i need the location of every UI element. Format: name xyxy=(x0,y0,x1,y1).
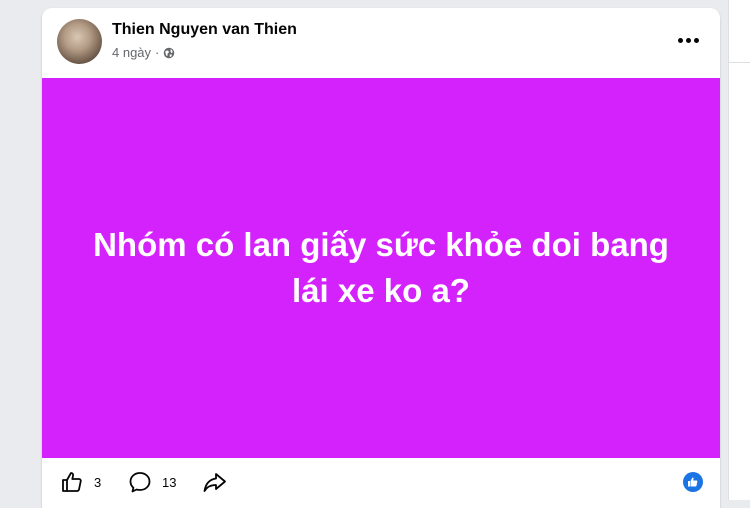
post-text: Nhóm có lan giấy sức khỏe doi bang lái x… xyxy=(93,226,669,309)
like-count: 3 xyxy=(94,474,102,490)
right-edge-panel xyxy=(728,0,750,500)
thumbs-up-icon xyxy=(688,477,698,487)
avatar[interactable] xyxy=(57,19,102,64)
share-button[interactable] xyxy=(202,470,228,494)
post-card: Thien Nguyen van Thien 4 ngày · Nhóm có … xyxy=(42,8,720,508)
like-badge-icon[interactable] xyxy=(683,472,703,492)
post-actions-bar: 3 13 xyxy=(42,458,720,508)
more-dot xyxy=(685,37,691,43)
globe-icon[interactable] xyxy=(163,47,175,59)
post-timestamp[interactable]: 4 ngày xyxy=(112,45,151,60)
more-dot xyxy=(677,37,683,43)
post-header: Thien Nguyen van Thien 4 ngày · xyxy=(42,8,720,78)
comment-button[interactable]: 13 xyxy=(128,470,176,494)
author-name[interactable]: Thien Nguyen van Thien xyxy=(112,21,297,39)
thumbs-up-icon xyxy=(62,472,82,492)
meta-separator: · xyxy=(155,45,160,60)
share-icon xyxy=(203,473,226,492)
comment-icon xyxy=(129,472,151,493)
comment-count: 13 xyxy=(162,474,177,490)
post-text-background: Nhóm có lan giấy sức khỏe doi bang lái x… xyxy=(42,78,720,458)
like-button[interactable]: 3 xyxy=(60,470,101,494)
more-dot xyxy=(693,37,699,43)
post-meta: 4 ngày · xyxy=(112,45,175,60)
more-options-button[interactable] xyxy=(674,30,702,50)
